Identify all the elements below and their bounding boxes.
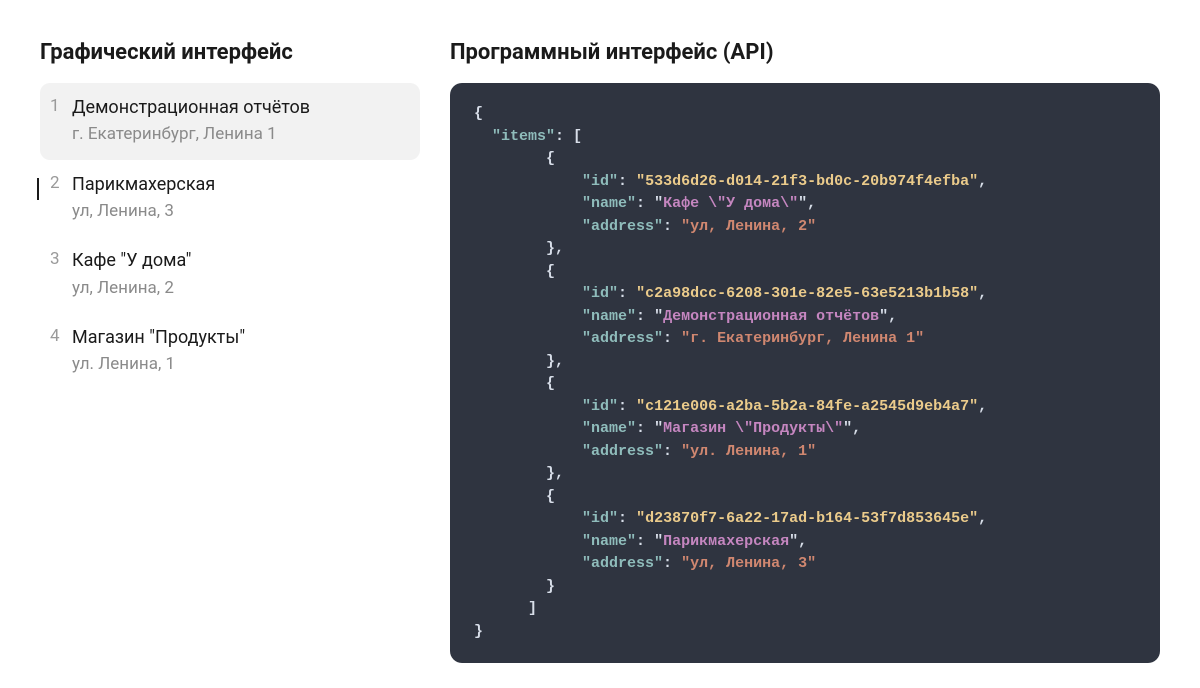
code-line: "address": "ул, Ленина, 2" <box>474 216 1136 239</box>
code-line: { <box>474 486 1136 509</box>
list-item-number: 1 <box>50 95 72 119</box>
code-line: "name": "Демонстрационная отчётов", <box>474 306 1136 329</box>
list-item-number: 4 <box>50 325 72 349</box>
list-item-address: ул. Ленина, 1 <box>72 352 404 378</box>
text-cursor <box>37 178 39 200</box>
list-item-body: Магазин "Продукты"ул. Ленина, 1 <box>72 325 404 378</box>
code-line: { <box>474 261 1136 284</box>
list-item[interactable]: 1Демонстрационная отчётовг. Екатеринбург… <box>40 83 420 160</box>
code-line: }, <box>474 238 1136 261</box>
list-item[interactable]: 3Кафе "У дома" ул, Ленина, 2 <box>40 236 420 313</box>
code-line: "address": "ул, Ленина, 3" <box>474 553 1136 576</box>
list-item-name: Магазин "Продукты" <box>72 325 404 350</box>
list-item[interactable]: 4Магазин "Продукты"ул. Ленина, 1 <box>40 313 420 390</box>
list-item-body: Кафе "У дома" ул, Ленина, 2 <box>72 248 404 301</box>
code-line: { <box>474 148 1136 171</box>
code-line: "name": "Магазин \"Продукты\"", <box>474 418 1136 441</box>
code-line: "id": "c121e006-a2ba-5b2a-84fe-a2545d9eb… <box>474 396 1136 419</box>
list-item-number: 2 <box>50 172 72 196</box>
gui-panel: Графический интерфейс 1Демонстрационная … <box>40 40 420 648</box>
code-line: "id": "c2a98dcc-6208-301e-82e5-63e5213b1… <box>474 283 1136 306</box>
list-item-name: Демонстрационная отчётов <box>72 95 404 120</box>
list-item-address: ул, Ленина, 2 <box>72 276 404 302</box>
api-code-block: { "items": [ { "id": "533d6d26-d014-21f3… <box>450 83 1160 663</box>
code-line: "items": [ <box>474 126 1136 149</box>
list-item[interactable]: 2Парикмахерскаяул, Ленина, 3 <box>40 160 420 237</box>
code-line: "name": "Кафе \"У дома\"", <box>474 193 1136 216</box>
code-line: } <box>474 576 1136 599</box>
code-line: ] <box>474 598 1136 621</box>
code-line: } <box>474 621 1136 644</box>
code-line: "address": "ул. Ленина, 1" <box>474 441 1136 464</box>
code-line: "name": "Парикмахерская", <box>474 531 1136 554</box>
api-panel: Программный интерфейс (API) { "items": [… <box>450 40 1160 648</box>
list-item-name: Кафе "У дома" <box>72 248 404 273</box>
gui-title: Графический интерфейс <box>40 40 420 65</box>
list-item-body: Демонстрационная отчётовг. Екатеринбург,… <box>72 95 404 148</box>
list-item-address: г. Екатеринбург, Ленина 1 <box>72 122 404 148</box>
gui-list: 1Демонстрационная отчётовг. Екатеринбург… <box>40 83 420 390</box>
list-item-address: ул, Ленина, 3 <box>72 199 404 225</box>
code-line: { <box>474 373 1136 396</box>
list-item-body: Парикмахерскаяул, Ленина, 3 <box>72 172 404 225</box>
code-line: "address": "г. Екатеринбург, Ленина 1" <box>474 328 1136 351</box>
api-title: Программный интерфейс (API) <box>450 40 1160 65</box>
list-item-number: 3 <box>50 248 72 272</box>
list-item-name: Парикмахерская <box>72 172 404 197</box>
code-line: }, <box>474 463 1136 486</box>
code-line: "id": "533d6d26-d014-21f3-bd0c-20b974f4e… <box>474 171 1136 194</box>
code-line: "id": "d23870f7-6a22-17ad-b164-53f7d8536… <box>474 508 1136 531</box>
code-line: }, <box>474 351 1136 374</box>
code-line: { <box>474 103 1136 126</box>
